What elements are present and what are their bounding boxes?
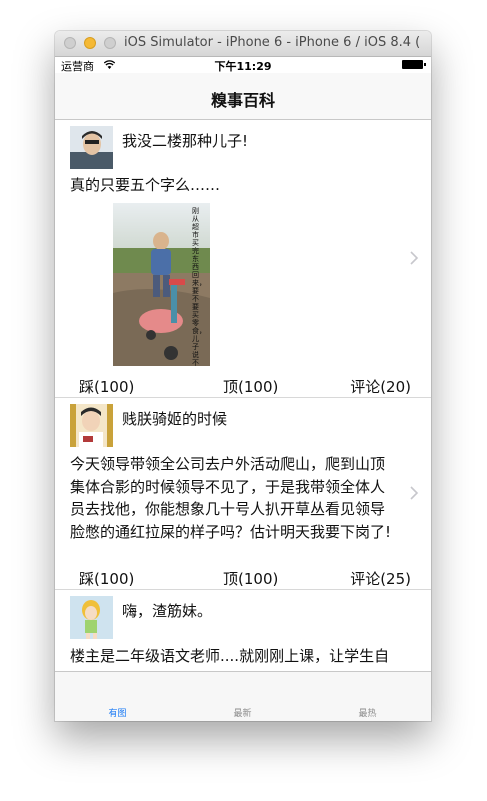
navigation-bar: 糗事百科 [55,73,431,120]
downvote-button[interactable]: 踩(100) [79,568,134,589]
tab-latest[interactable]: 最新 [180,706,305,719]
post-content: 真的只要五个字么…… [70,176,221,194]
avatar [70,126,113,169]
image-caption: 刚从超市买完东西回来，要不要买零食，儿子说不想吃 [192,207,206,366]
downvote-button[interactable]: 踩(100) [79,376,134,397]
window-minimize-button[interactable] [84,37,96,49]
post-author: 我没二楼那种儿子! [122,132,249,150]
window-zoom-button[interactable] [104,37,116,49]
tab-with-images[interactable]: 有图 [55,706,180,719]
page-title: 糗事百科 [210,91,275,110]
post-content: 今天领导带领全公司去户外活动爬山，爬到山顶集体合影的时候领导不见了，于是我带领全… [70,455,392,541]
post-cell[interactable]: 贱朕骑姬的时候 今天领导带领全公司去户外活动爬山，爬到山顶集体合影的时候领导不见… [55,398,431,590]
status-bar: 运营商 下午11:29 [55,57,431,73]
chevron-right-icon [410,486,419,500]
tab-hottest[interactable]: 最热 [305,706,430,719]
tab-bar: 有图 最新 最热 [55,671,431,721]
chevron-right-icon [410,251,419,265]
upvote-button[interactable]: 顶(100) [223,568,278,589]
avatar [70,404,113,447]
post-actions: 踩(100) 顶(100) 评论(25) [55,568,431,588]
window-close-button[interactable] [64,37,76,49]
comment-button[interactable]: 评论(25) [350,568,411,589]
status-time: 下午11:29 [214,60,272,73]
post-cell[interactable]: 我没二楼那种儿子! 真的只要五个字么…… 刚从超市买完东西回来，要不要买零食，儿… [55,120,431,398]
battery-icon [402,60,426,69]
simulator-window: iOS Simulator - iPhone 6 - iPhone 6 / iO… [55,31,431,721]
avatar [70,596,113,639]
post-image[interactable]: 刚从超市买完东西回来，要不要买零食，儿子说不想吃 [113,203,210,366]
post-actions: 踩(100) 顶(100) 评论(20) [55,376,431,396]
comment-button[interactable]: 评论(20) [350,376,411,397]
post-author: 嗨，渣筋妹。 [122,602,213,620]
upvote-button[interactable]: 顶(100) [223,376,278,397]
window-titlebar: iOS Simulator - iPhone 6 - iPhone 6 / iO… [55,31,431,57]
post-author: 贱朕骑姬的时候 [122,410,228,428]
window-title: iOS Simulator - iPhone 6 - iPhone 6 / iO… [124,35,421,50]
device-screen: 运营商 下午11:29 糗事百科 我没二楼那种儿子! 真的只要五个字么…… 刚从… [55,57,431,721]
